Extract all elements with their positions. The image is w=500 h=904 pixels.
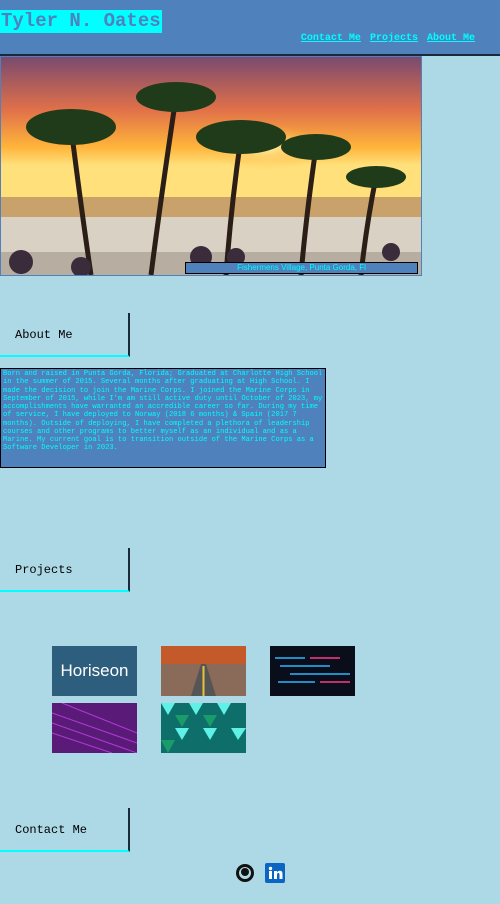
nav-projects[interactable]: Projects	[370, 33, 418, 44]
project-purple-texture[interactable]	[52, 703, 137, 753]
github-icon[interactable]	[235, 863, 255, 883]
project-horiseon[interactable]: Horiseon	[52, 646, 137, 696]
project-code-screen[interactable]	[270, 646, 355, 696]
about-me-text: Born and raised in Punta Gorda, Florida;…	[0, 368, 326, 468]
project-autumn-road[interactable]	[161, 646, 246, 696]
about-me-heading: About Me	[0, 313, 130, 357]
main-nav: Contact Me Projects About Me	[298, 33, 475, 44]
hero-sunset-photo	[1, 57, 421, 275]
linkedin-icon[interactable]	[265, 863, 285, 883]
projects-heading: Projects	[0, 548, 130, 592]
hero-caption: Fishermens Village, Punta Gorda, Fl	[185, 262, 418, 274]
nav-contact-me[interactable]: Contact Me	[301, 33, 361, 44]
site-header: Tyler N. Oates Contact Me Projects About…	[0, 0, 500, 56]
nav-about-me[interactable]: About Me	[427, 33, 475, 44]
project-geometric-pattern[interactable]	[161, 703, 246, 753]
hero-image	[0, 56, 422, 276]
site-title: Tyler N. Oates	[0, 10, 162, 33]
contact-me-heading: Contact Me	[0, 808, 130, 852]
project-horiseon-label: Horiseon	[60, 661, 129, 680]
